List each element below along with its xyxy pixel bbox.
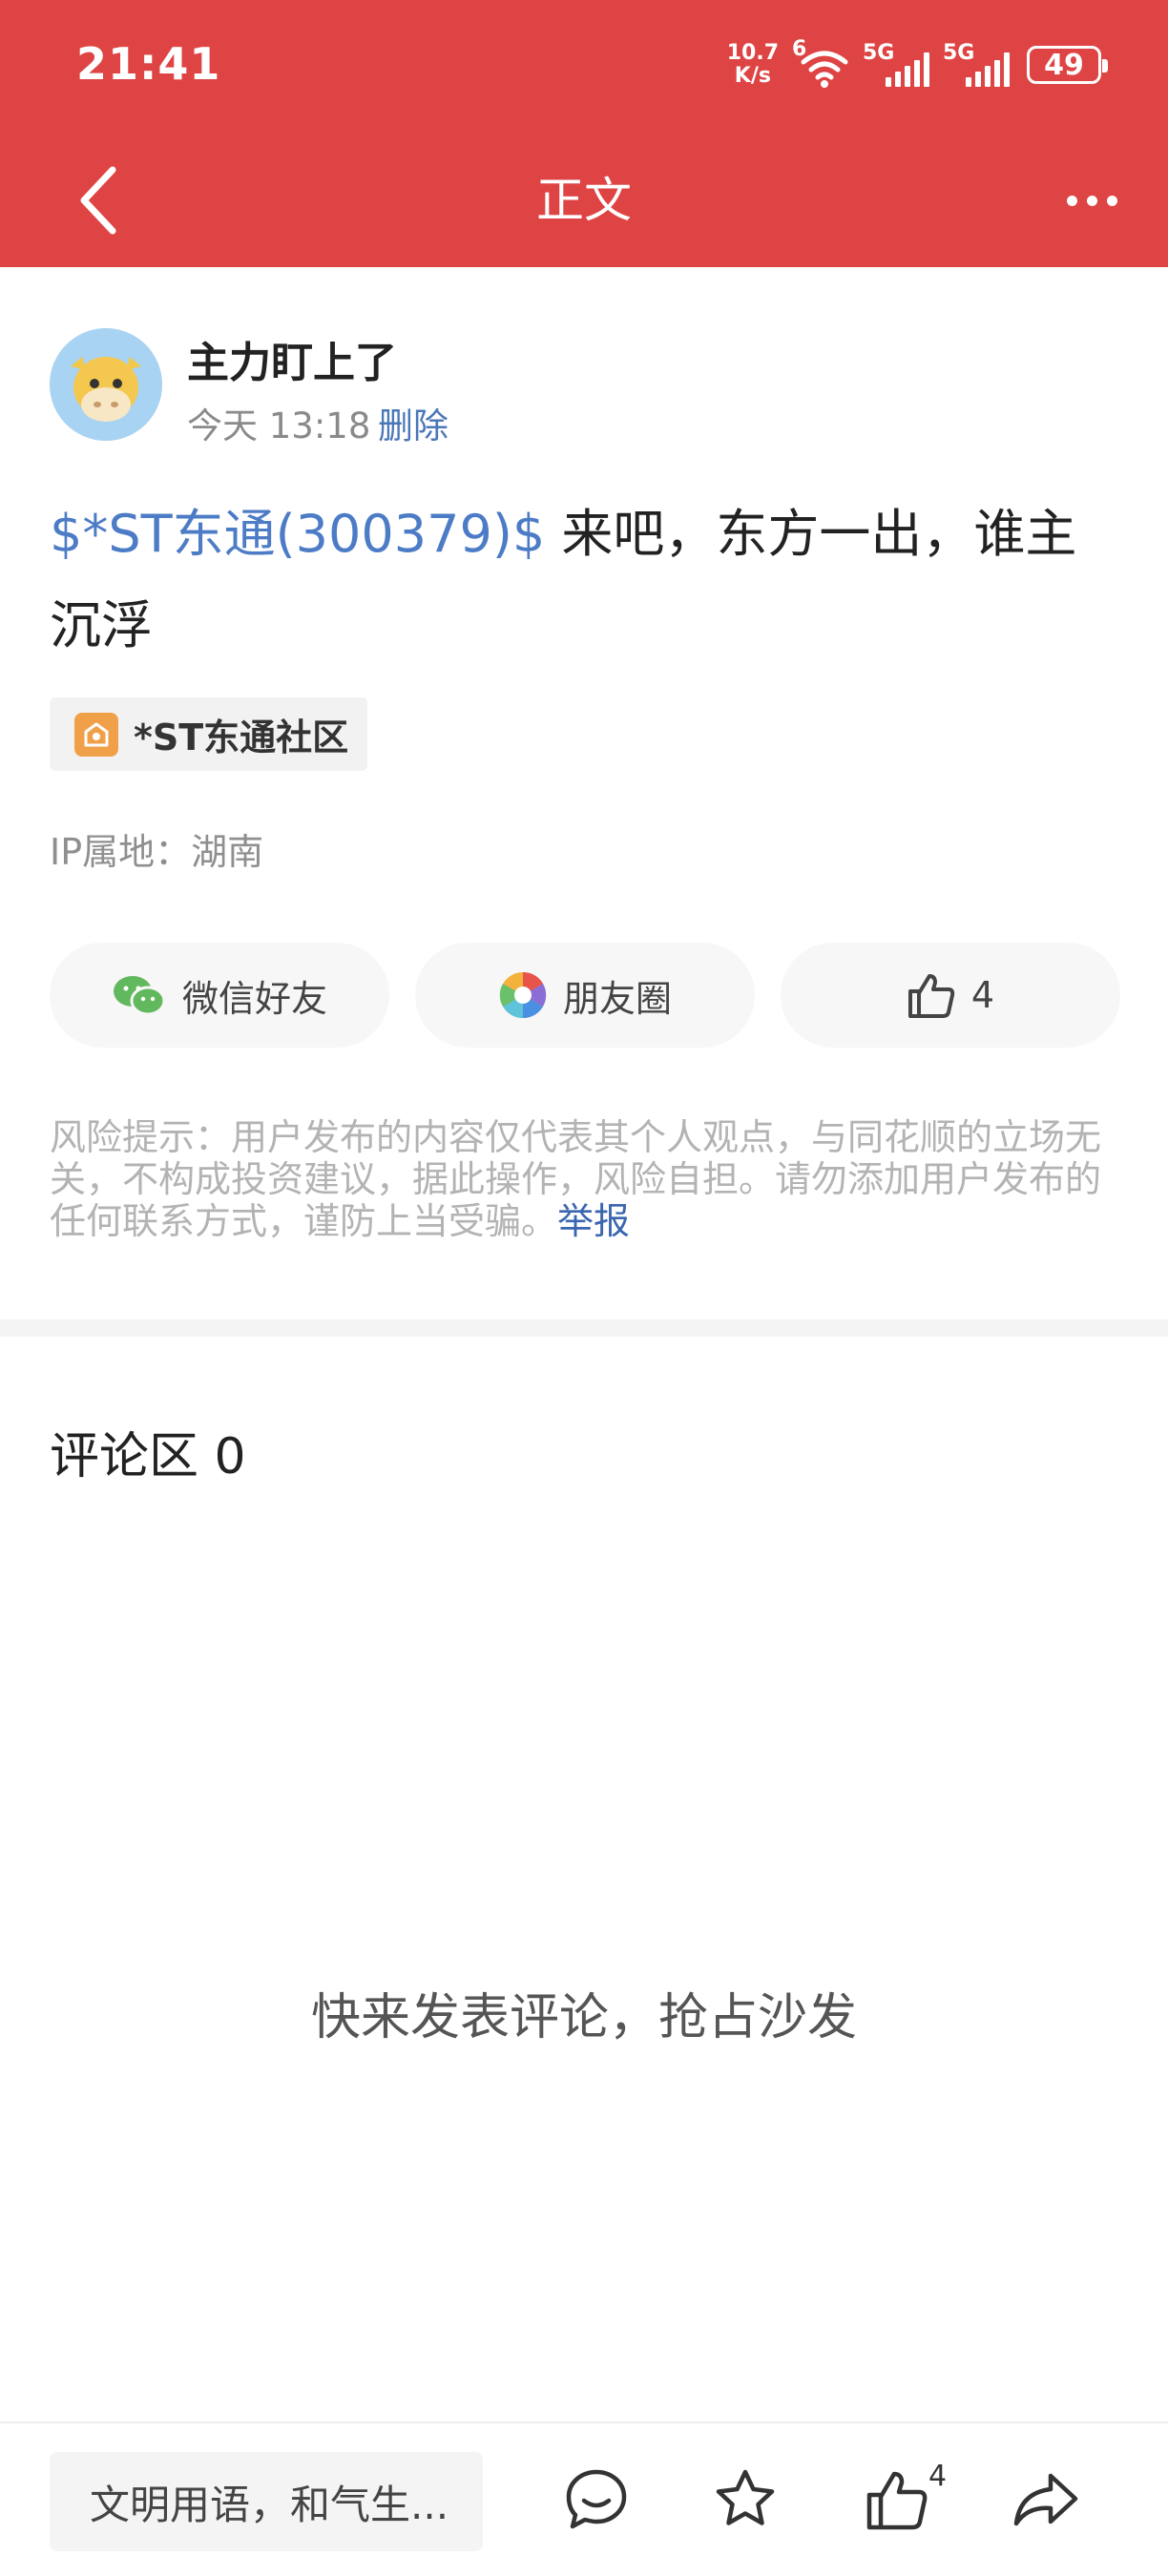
signal-icon-sim1: 5G <box>863 41 929 89</box>
like-badge: 4 <box>928 2460 948 2493</box>
comments-title: 评论区 0 <box>50 1428 246 1485</box>
share-wechat-label: 微信好友 <box>181 977 327 1020</box>
network-speed-unit: K/s <box>734 64 771 88</box>
status-time: 21:41 <box>76 38 221 90</box>
section-divider <box>0 1319 1168 1337</box>
share-moments-button[interactable]: 朋友圈 <box>415 943 755 1048</box>
avatar[interactable] <box>50 328 162 441</box>
post-content: $*ST东通(300379)$ 来吧，东方一出，谁主沉浮 <box>50 488 1128 672</box>
battery-level: 49 <box>1044 48 1084 82</box>
bottom-action-bar: 文明用语，和气生... 4 <box>0 2421 1168 2576</box>
network-speed: 10.7 K/s <box>727 42 779 88</box>
share-arrow-icon <box>1013 2473 1078 2526</box>
author-name[interactable]: 主力盯上了 <box>187 328 397 389</box>
comment-input[interactable]: 文明用语，和气生... <box>50 2452 483 2551</box>
risk-notice: 风险提示：用户发布的内容仅代表其个人观点，与同花顺的立场无关，不构成投资建议，据… <box>50 1116 1128 1242</box>
signal-icon-sim2: 5G <box>943 41 1010 89</box>
community-icon <box>74 712 118 757</box>
more-button[interactable] <box>1044 162 1139 239</box>
page-title: 正文 <box>536 173 632 228</box>
more-dots-icon <box>1066 195 1077 206</box>
favorite-button[interactable] <box>698 2452 793 2547</box>
like-count: 4 <box>970 974 995 1016</box>
wifi-icon: 6 <box>792 37 849 89</box>
empty-comments-text: 快来发表评论，抢占沙发 <box>310 1989 857 2046</box>
network-speed-value: 10.7 <box>726 41 779 65</box>
share-wechat-button[interactable]: 微信好友 <box>50 943 389 1048</box>
community-label: *ST东通社区 <box>134 717 349 758</box>
stock-link[interactable]: $*ST东通(300379)$ <box>50 504 545 564</box>
delete-button[interactable]: 删除 <box>378 397 448 448</box>
star-icon <box>716 2469 775 2525</box>
ip-location: IP属地：湖南 <box>50 831 264 873</box>
community-tag[interactable]: *ST东通社区 <box>50 697 367 771</box>
post-time: 今天 13:18 <box>187 405 371 447</box>
report-link[interactable]: 举报 <box>557 1200 630 1242</box>
like-button[interactable]: 4 <box>781 943 1120 1048</box>
status-icons: 10.7 K/s 6 5G 5G 49 <box>727 36 1108 93</box>
cow-avatar-icon <box>50 328 162 441</box>
share-moments-label: 朋友圈 <box>562 977 672 1020</box>
thumbs-up-icon <box>866 2471 928 2530</box>
comment-bubble-icon <box>566 2469 627 2529</box>
comment-button[interactable] <box>549 2452 644 2547</box>
thumbs-up-icon <box>907 974 955 1018</box>
status-bar: 21:41 10.7 K/s 6 5G 5G 49 <box>0 0 1168 134</box>
wechat-icon <box>113 976 166 1016</box>
moments-icon <box>499 971 547 1019</box>
battery-icon: 49 <box>1027 46 1108 84</box>
title-bar: 正文 <box>0 134 1168 267</box>
share-button[interactable] <box>998 2452 1094 2547</box>
